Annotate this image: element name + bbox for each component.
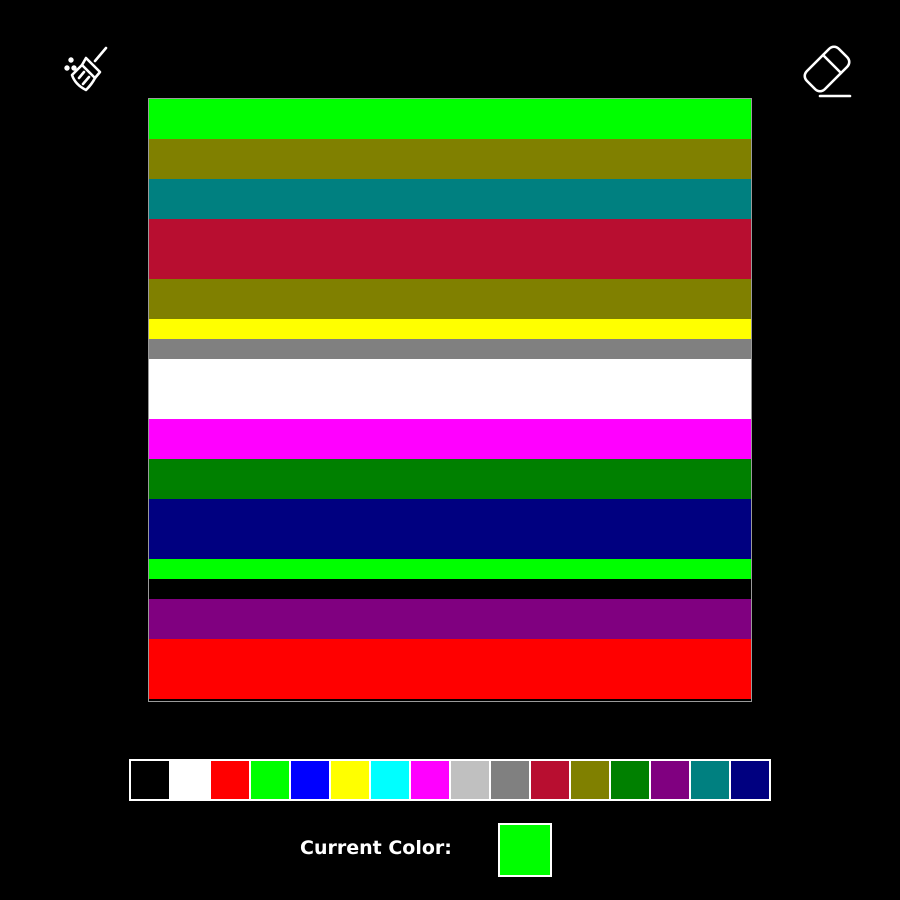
canvas-stripe — [149, 559, 751, 579]
canvas-stripe — [149, 339, 751, 359]
canvas-stripe — [149, 359, 751, 419]
palette-swatch[interactable] — [451, 761, 489, 799]
palette-swatch[interactable] — [211, 761, 249, 799]
palette-swatch[interactable] — [611, 761, 649, 799]
canvas-stripe — [149, 139, 751, 179]
palette-swatch[interactable] — [731, 761, 769, 799]
palette-swatch[interactable] — [411, 761, 449, 799]
canvas-stripe — [149, 639, 751, 699]
canvas-stripe — [149, 579, 751, 599]
palette-swatch[interactable] — [371, 761, 409, 799]
broom-clear-icon[interactable] — [62, 44, 116, 98]
canvas-stripe — [149, 419, 751, 459]
palette-swatch[interactable] — [651, 761, 689, 799]
canvas-stripe — [149, 279, 751, 319]
canvas-stripe — [149, 599, 751, 639]
canvas-stripe — [149, 499, 751, 559]
palette-swatch[interactable] — [171, 761, 209, 799]
canvas-stripe — [149, 99, 751, 139]
palette-swatch[interactable] — [491, 761, 529, 799]
canvas-stripe — [149, 459, 751, 499]
palette-swatch[interactable] — [291, 761, 329, 799]
eraser-icon[interactable] — [798, 44, 852, 98]
canvas-stripe — [149, 219, 751, 279]
canvas-stripe — [149, 179, 751, 219]
palette-swatch[interactable] — [691, 761, 729, 799]
palette-swatch[interactable] — [331, 761, 369, 799]
drawing-canvas[interactable] — [148, 98, 752, 702]
color-palette — [129, 759, 771, 801]
palette-swatch[interactable] — [131, 761, 169, 799]
palette-swatch[interactable] — [571, 761, 609, 799]
current-color-swatch — [498, 823, 552, 877]
palette-swatch[interactable] — [531, 761, 569, 799]
current-color-label: Current Color: — [300, 837, 452, 859]
paint-app: Current Color: — [0, 0, 900, 900]
palette-swatch[interactable] — [251, 761, 289, 799]
canvas-stripe — [149, 319, 751, 339]
